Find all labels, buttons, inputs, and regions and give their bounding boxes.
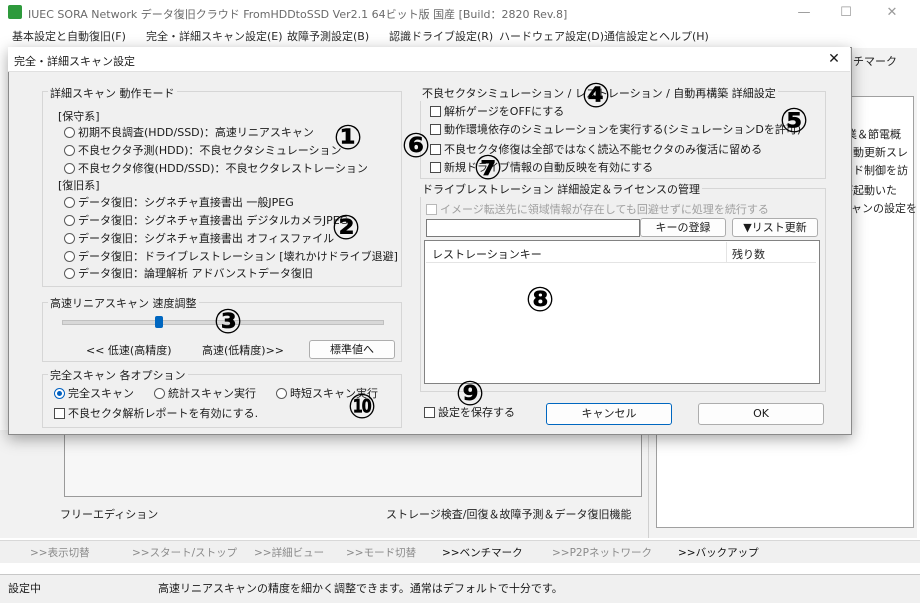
mode-radio-camera-jpeg[interactable]: データ復旧：シグネチャ直接書出 デジタルカメラJPEG	[64, 212, 348, 228]
radio-control[interactable]	[64, 251, 75, 262]
checkbox-control[interactable]	[430, 106, 441, 117]
menu-drive-settings[interactable]: 認識ドライブ設定(R)	[389, 28, 493, 44]
column-header-key: レストレーションキー	[432, 248, 542, 261]
column-header-remaining: 残り数	[732, 248, 765, 261]
cancel-button[interactable]: キャンセル	[546, 403, 672, 425]
mode-radio-jpeg[interactable]: データ復旧：シグネチャ直接書出 一般JPEG	[64, 194, 294, 210]
radio-control[interactable]	[276, 388, 287, 399]
radio-control[interactable]	[64, 215, 75, 226]
nav-benchmark[interactable]: >>ベンチマーク	[442, 545, 523, 560]
graph-area	[64, 430, 642, 497]
ignore-region-checkbox[interactable]: イメージ転送先に領域情報が存在しても回避せずに処理を続行する	[426, 201, 769, 217]
menu-scan-settings[interactable]: 完全・詳細スキャン設定(E)	[146, 28, 283, 44]
window-title: IUEC SORA Network データ復旧クラウド FromHDDtoSSD…	[28, 8, 568, 21]
radio-label: 不良セクタ修復(HDD/SSD)：不良セクタレストレーション	[78, 162, 368, 175]
radio-control[interactable]	[64, 163, 75, 174]
radio-label: 初期不良調査(HDD/SSD)：高速リニアスキャン	[78, 126, 314, 139]
marker-8: ⑧	[525, 280, 555, 320]
refresh-list-button[interactable]: ▼リスト更新	[732, 218, 818, 237]
stat-scan-radio[interactable]: 統計スキャン実行	[154, 385, 256, 401]
checkbox-control[interactable]	[54, 408, 65, 419]
radio-label: 統計スキャン実行	[168, 387, 256, 400]
marker-4: ④	[581, 76, 611, 116]
radio-label: データ復旧：論理解析 アドバンストデータ復旧	[78, 267, 313, 280]
nav-start-stop[interactable]: >>スタート/ストップ	[132, 545, 237, 560]
radio-control[interactable]	[64, 127, 75, 138]
maintenance-header: [保守系]	[58, 110, 100, 123]
edition-label: フリーエディション	[60, 508, 159, 521]
maximize-button[interactable]: ☐	[826, 2, 866, 24]
slow-label: << 低速(高精度)	[86, 344, 172, 357]
radio-control[interactable]	[64, 197, 75, 208]
default-speed-button[interactable]: 標準値へ	[309, 340, 395, 359]
fast-label: 高速(低精度)>>	[202, 344, 285, 357]
mode-radio-office[interactable]: データ復旧：シグネチャ直接書出 オフィスファイル	[64, 230, 334, 246]
license-group-label: ドライブレストレーション 詳細設定＆ライセンスの管理	[420, 181, 703, 197]
status-message: 高速リニアスキャンの精度を細かく調整できます。通常はデフォルトで十分です。	[158, 582, 563, 595]
menu-basic-settings[interactable]: 基本設定と自動復旧(F)	[12, 28, 126, 44]
speed-group-label: 高速リニアスキャン 速度調整	[48, 295, 199, 311]
tagline-label: ストレージ検査/回復＆故障予測＆データ復旧機能	[386, 508, 632, 521]
menu-failure-prediction[interactable]: 故障予測設定(B)	[287, 28, 369, 44]
radio-control[interactable]	[64, 268, 75, 279]
checkbox-control[interactable]	[426, 204, 437, 215]
marker-9: ⑨	[455, 374, 485, 414]
radio-label: 完全スキャン	[68, 387, 134, 400]
mode-radio-initial-check[interactable]: 初期不良調査(HDD/SSD)：高速リニアスキャン	[64, 124, 314, 140]
checkbox-label: イメージ転送先に領域情報が存在しても回避せずに処理を続行する	[440, 203, 769, 216]
marker-2: ②	[331, 208, 361, 248]
mode-radio-drive-restoration[interactable]: データ復旧：ドライブレストレーション [壊れかけドライブ退避]	[64, 248, 398, 264]
marker-7: ⑦	[473, 148, 503, 188]
report-checkbox[interactable]: 不良セクタ解析レポートを有効にする.	[54, 405, 258, 421]
speed-slider-thumb[interactable]	[155, 316, 163, 328]
ok-button[interactable]: OK	[698, 403, 824, 425]
menu-network-help[interactable]: 通信設定とヘルプ(H)	[604, 28, 709, 44]
marker-6: ⑥	[401, 126, 431, 166]
checkbox-label: 不良セクタ解析レポートを有効にする.	[68, 407, 259, 420]
radio-label: データ復旧：シグネチャ直接書出 オフィスファイル	[78, 232, 335, 245]
full-scan-group-label: 完全スキャン 各オプション	[48, 367, 188, 383]
menu-hardware-settings[interactable]: ハードウェア設定(D)	[499, 28, 604, 44]
marker-5: ⑤	[779, 101, 809, 141]
recovery-header: [復旧系]	[58, 179, 100, 192]
license-key-input[interactable]	[426, 219, 640, 237]
dialog-title: 完全・詳細スキャン設定	[14, 55, 135, 68]
radio-label: データ復旧：シグネチャ直接書出 デジタルカメラJPEG	[78, 214, 349, 227]
radio-label: 不良セクタ予測(HDD)：不良セクタシミュレーション	[78, 144, 342, 157]
radio-label: データ復旧：ドライブレストレーション [壊れかけドライブ退避]	[78, 250, 398, 263]
gauge-off-checkbox[interactable]: 解析ゲージをOFFにする	[430, 103, 564, 119]
side-text-line: 業＆節電概	[846, 128, 901, 141]
checkbox-label: 動作環境依存のシミュレーションを実行する(シミュレーションDを許可)	[444, 123, 802, 136]
radio-label: データ復旧：シグネチャ直接書出 一般JPEG	[78, 196, 294, 209]
mode-group-label: 詳細スキャン 動作モード	[48, 85, 177, 101]
full-scan-radio[interactable]: 完全スキャン	[54, 385, 134, 401]
nav-p2p-network[interactable]: >>P2Pネットワーク	[552, 545, 652, 560]
register-key-button[interactable]: キーの登録	[640, 218, 726, 237]
radio-control[interactable]	[154, 388, 165, 399]
nav-backup[interactable]: >>バックアップ	[678, 545, 759, 560]
status-state: 設定中	[8, 582, 41, 595]
window-close-button[interactable]: ✕	[872, 2, 912, 24]
mode-radio-logical[interactable]: データ復旧：論理解析 アドバンストデータ復旧	[64, 265, 313, 281]
radio-control[interactable]	[64, 145, 75, 156]
env-simulation-checkbox[interactable]: 動作環境依存のシミュレーションを実行する(シミュレーションDを許可)	[430, 121, 801, 137]
auto-reflect-checkbox[interactable]: 新規ドライブ情報の自動反映を有効にする	[430, 159, 653, 175]
marker-3: ③	[213, 302, 243, 342]
nav-mode-toggle[interactable]: >>モード切替	[346, 545, 416, 560]
radio-control[interactable]	[54, 388, 65, 399]
column-divider	[726, 242, 727, 262]
marker-10: ⑩	[347, 387, 377, 427]
checkbox-control[interactable]	[424, 407, 435, 418]
marker-1: ①	[333, 118, 363, 158]
minimize-button[interactable]: —	[784, 2, 824, 24]
mode-radio-sector-prediction[interactable]: 不良セクタ予測(HDD)：不良セクタシミュレーション	[64, 142, 341, 158]
dialog-close-button[interactable]: ✕	[824, 50, 844, 68]
nav-view-toggle[interactable]: >>表示切替	[30, 545, 90, 560]
mode-radio-sector-repair[interactable]: 不良セクタ修復(HDD/SSD)：不良セクタレストレーション	[64, 160, 368, 176]
app-icon	[8, 5, 22, 19]
checkbox-label: 解析ゲージをOFFにする	[444, 105, 565, 118]
nav-detail-view[interactable]: >>詳細ビュー	[254, 545, 324, 560]
radio-control[interactable]	[64, 233, 75, 244]
